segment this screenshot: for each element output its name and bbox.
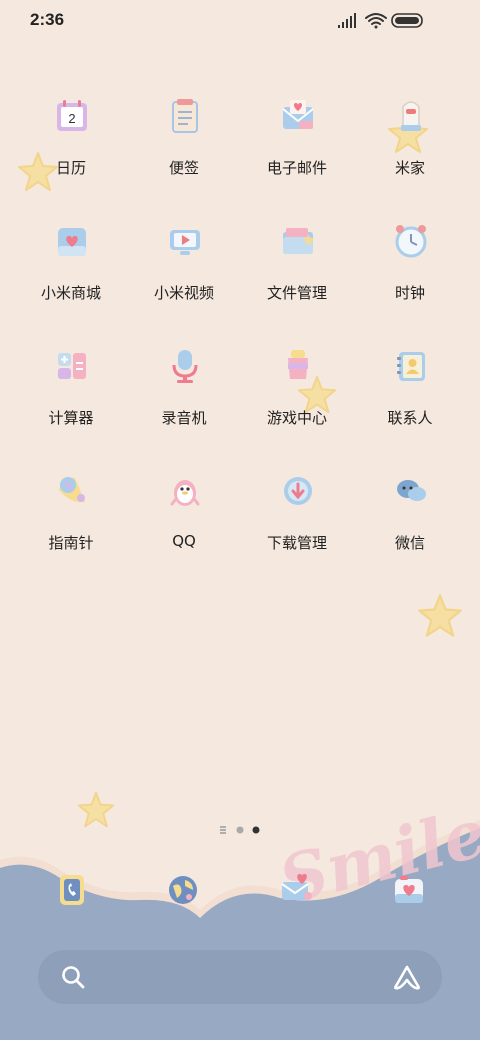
app-contacts[interactable]: 联系人 [354, 345, 466, 445]
contacts-icon [397, 352, 425, 381]
notes-icon [172, 99, 198, 133]
app-label: 小米商城 [40, 284, 101, 302]
download-icon [284, 477, 312, 505]
calculator-icon [58, 353, 86, 379]
video-icon [170, 230, 200, 255]
app-label: 下载管理 [266, 534, 327, 552]
app-mijia[interactable]: 米家 [354, 95, 466, 195]
search-bar[interactable] [38, 950, 442, 1004]
phone-icon[interactable] [54, 872, 90, 908]
app-label: 游戏中心 [266, 409, 327, 427]
messages-icon[interactable] [278, 870, 314, 906]
clock-icon [395, 225, 427, 258]
status-icons [338, 13, 423, 29]
search-icon [62, 966, 85, 989]
wifi-icon [365, 13, 387, 29]
app-qq[interactable]: QQ [128, 470, 240, 570]
app-recorder[interactable]: 录音机 [128, 345, 240, 445]
app-download-manager[interactable]: 下载管理 [241, 470, 353, 570]
calendar-icon: 2 [57, 100, 87, 131]
app-label: 文件管理 [266, 284, 327, 302]
camera-icon[interactable] [391, 872, 427, 908]
app-clock[interactable]: 时钟 [354, 220, 466, 320]
status-time: 2:36 [30, 10, 65, 29]
mijia-icon [401, 101, 421, 131]
app-label: 米家 [394, 159, 425, 177]
app-notes[interactable]: 便签 [128, 95, 240, 195]
wechat-icon [397, 480, 426, 501]
app-label: 微信 [394, 534, 425, 552]
signal-icon [338, 13, 356, 28]
compass-icon [59, 477, 85, 503]
app-label: 联系人 [387, 409, 433, 427]
qq-icon [170, 480, 200, 506]
app-mi-video[interactable]: 小米视频 [128, 220, 240, 320]
app-label: 计算器 [48, 409, 94, 427]
app-label: 指南针 [48, 534, 94, 552]
store-icon [58, 228, 86, 256]
app-label: 录音机 [161, 409, 207, 427]
email-icon [282, 100, 314, 129]
app-mi-store[interactable]: 小米商城 [15, 220, 127, 320]
status-bar: 2:36 [0, 0, 480, 40]
app-calendar[interactable]: 2 日历 [15, 95, 127, 195]
app-file-manager[interactable]: 文件管理 [241, 220, 353, 320]
star-decoration [418, 594, 462, 637]
app-wechat[interactable]: 微信 [354, 470, 466, 570]
recorder-icon [172, 350, 198, 383]
app-label: 便签 [168, 159, 199, 177]
app-calculator[interactable]: 计算器 [15, 345, 127, 445]
calendar-date: 2 [68, 111, 75, 126]
assistant-icon[interactable] [392, 964, 422, 990]
app-label: 时钟 [394, 284, 425, 302]
app-label: 电子邮件 [266, 159, 327, 177]
app-compass[interactable]: 指南针 [15, 470, 127, 570]
app-label: QQ [172, 532, 196, 550]
file-manager-icon [283, 228, 314, 254]
battery-icon [391, 13, 423, 28]
app-email[interactable]: 电子邮件 [241, 95, 353, 195]
app-label: 小米视频 [153, 284, 214, 302]
browser-icon[interactable] [165, 872, 201, 908]
app-game-center[interactable]: 游戏中心 [241, 345, 353, 445]
game-center-icon [288, 350, 308, 379]
app-label: 日历 [55, 159, 86, 177]
